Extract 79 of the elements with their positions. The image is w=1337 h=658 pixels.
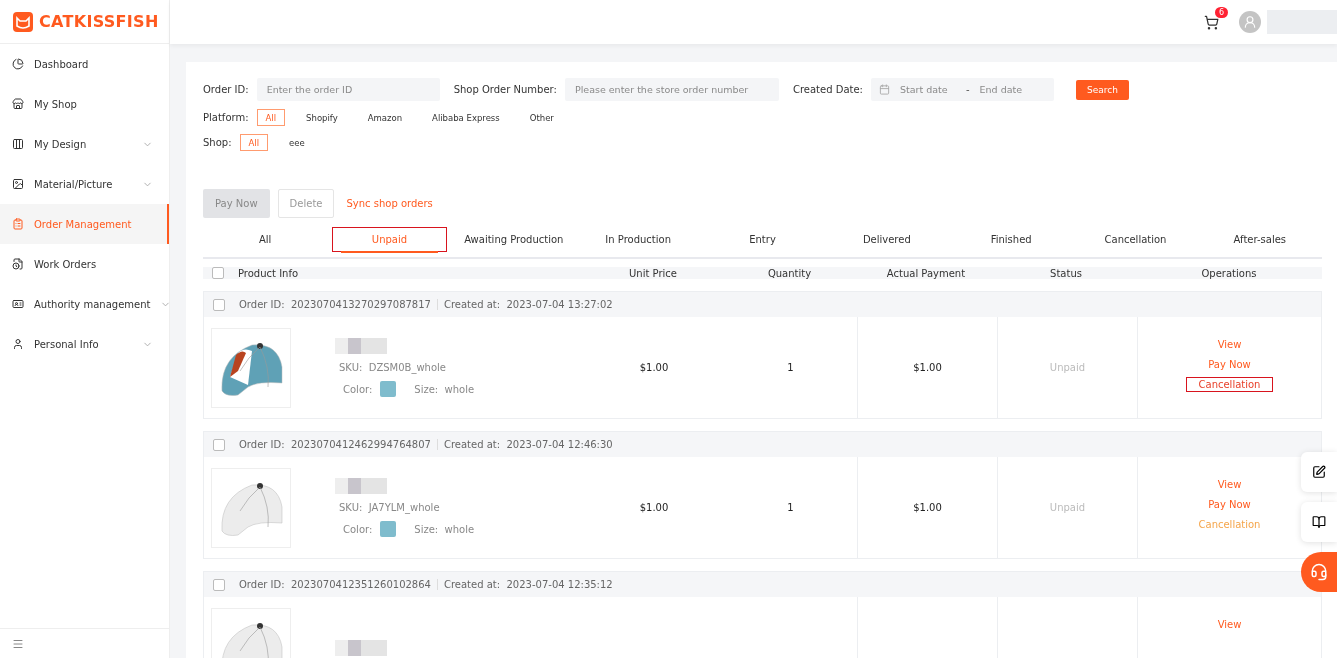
edit-button[interactable]	[1301, 452, 1337, 492]
size-text: Size: whole	[413, 383, 475, 395]
columns-icon	[12, 138, 24, 150]
calendar-icon	[878, 84, 890, 95]
sidebar-item[interactable]: Material/Picture	[0, 164, 169, 204]
order-checkbox[interactable]	[213, 578, 225, 591]
blurred-product-name	[335, 478, 387, 494]
status-tab[interactable]: In Production	[576, 222, 701, 257]
filter-label: Shop:	[203, 137, 232, 148]
sidebar-item[interactable]: Work Orders	[0, 244, 169, 284]
status-tab[interactable]: Entry	[700, 222, 825, 257]
color-label: Color:	[342, 523, 373, 535]
cart-count-badge: 6	[1214, 6, 1228, 18]
created-at: Created at: 2023-07-04 12:35:12	[443, 579, 613, 590]
id-card-icon	[12, 298, 24, 310]
sidebar-item[interactable]: My Shop	[0, 84, 169, 124]
status-tab[interactable]: Cancellation	[1073, 222, 1198, 257]
help-book-button[interactable]	[1301, 502, 1337, 542]
status-tab[interactable]: Delivered	[824, 222, 949, 257]
unit-price: $1.00	[639, 502, 669, 513]
brand-name: CATKISSFISH	[39, 12, 159, 31]
sku-text: SKU: JA7YLM_whole	[338, 502, 441, 513]
sku-text: SKU: DZSM0B_whole	[338, 362, 447, 373]
order-id-field[interactable]: Enter the order ID	[256, 78, 440, 101]
actual-payment: $1.00	[913, 502, 942, 513]
column-header: Actual Payment	[885, 267, 967, 279]
column-header: Status	[1049, 267, 1083, 279]
order-id: Order ID: 2023070413270297087817	[239, 299, 431, 310]
actual-payment: $1.00	[913, 362, 942, 373]
quantity: 1	[787, 362, 794, 373]
color-label: Color:	[342, 383, 373, 395]
start-date-input[interactable]: Start date	[897, 83, 958, 96]
cancel-link[interactable]: Cancellation	[1185, 377, 1274, 392]
sidebar-item[interactable]: Personal Info	[0, 324, 169, 364]
image-icon	[12, 178, 24, 190]
avatar[interactable]	[1239, 11, 1261, 33]
filter-label: Platform:	[203, 112, 249, 123]
quantity: 1	[787, 502, 794, 513]
cart-icon[interactable]	[1204, 14, 1219, 30]
pie-chart-icon	[12, 58, 24, 70]
store-icon	[12, 98, 24, 110]
status-tab[interactable]: After-sales	[1197, 222, 1322, 257]
unit-price: $1.00	[639, 362, 669, 373]
person-icon	[12, 338, 24, 350]
document-icon	[12, 258, 24, 270]
status-tab[interactable]: Awaiting Production	[451, 222, 576, 257]
date-separator: -	[965, 84, 970, 95]
order-status: Unpaid	[1049, 362, 1086, 373]
sidebar-item[interactable]: Authority management	[0, 284, 169, 324]
order-checkbox[interactable]	[213, 438, 225, 451]
shop-order-field[interactable]: Please enter the store order number	[564, 78, 779, 101]
column-header: Operations	[1200, 267, 1258, 279]
headset-icon	[1310, 563, 1328, 581]
created-at: Created at: 2023-07-04 13:27:02	[443, 299, 613, 310]
order-checkbox[interactable]	[213, 298, 225, 311]
field-label: Order ID:	[203, 84, 249, 95]
column-header: Unit Price	[628, 267, 678, 279]
field-label: Created Date:	[792, 84, 863, 95]
order-id: Order ID: 2023070412351260102864	[239, 579, 431, 590]
cat-logo-icon	[13, 11, 33, 32]
column-header: Product Info	[238, 267, 299, 279]
clipboard-icon	[12, 218, 24, 230]
size-text: Size: whole	[413, 523, 475, 535]
edit-icon	[1312, 465, 1326, 479]
order-id: Order ID: 2023070412462994764807	[239, 439, 431, 450]
status-tab[interactable]: Finished	[949, 222, 1074, 257]
end-date-input[interactable]: End date	[977, 83, 1038, 96]
column-header: Quantity	[766, 267, 813, 279]
field-label: Shop Order Number:	[453, 84, 557, 95]
sidebar-item[interactable]: My Design	[0, 124, 169, 164]
sidebar-item[interactable]: Dashboard	[0, 44, 169, 84]
menu-icon[interactable]	[12, 637, 24, 650]
blurred-product-name	[335, 338, 387, 354]
book-icon	[1312, 515, 1326, 529]
created-at: Created at: 2023-07-04 12:46:30	[443, 439, 613, 450]
status-tab[interactable]: All	[203, 222, 328, 257]
blurred-product-name	[335, 639, 387, 656]
select-all-checkbox[interactable]	[212, 267, 224, 279]
order-status: Unpaid	[1049, 502, 1086, 513]
